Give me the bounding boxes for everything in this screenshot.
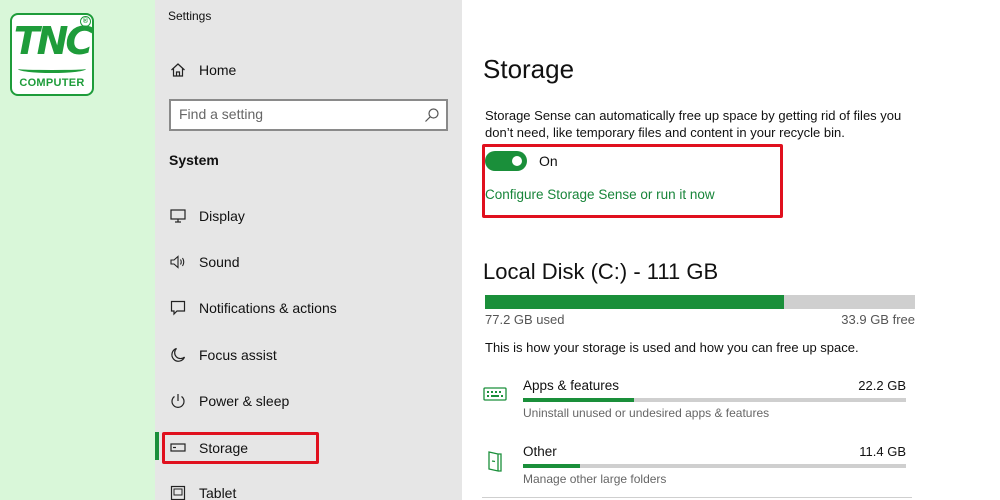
sidebar-item-storage[interactable]: Storage	[155, 430, 462, 466]
brand-strip: TNC ® COMPUTER	[0, 0, 155, 500]
nav-item-label: Storage	[199, 440, 249, 456]
disk-free-label: 33.9 GB free	[841, 312, 915, 327]
disk-usage-fill	[485, 295, 784, 309]
configure-storage-sense-link[interactable]: Configure Storage Sense or run it now	[485, 187, 715, 202]
speaker-icon	[169, 253, 187, 271]
nav-item-label: Display	[199, 208, 245, 224]
tablet-icon	[169, 484, 187, 500]
nav-item-label: Home	[199, 62, 237, 78]
disk-usage-bar	[485, 295, 915, 309]
active-indicator	[155, 432, 159, 460]
moon-icon	[169, 346, 187, 364]
tnc-computer-logo: TNC ® COMPUTER	[10, 13, 94, 96]
settings-nav: Settings Home System Display Sound Notif…	[155, 0, 462, 500]
search-box[interactable]	[169, 99, 448, 131]
home-icon	[169, 61, 187, 79]
nav-item-label: Notifications & actions	[199, 300, 337, 316]
search-input[interactable]	[179, 106, 419, 122]
page-title: Storage	[483, 54, 575, 84]
storage-sense-description: Storage Sense can automatically free up …	[485, 108, 902, 140]
sidebar-item-notifications[interactable]: Notifications & actions	[155, 290, 462, 326]
disk-title: Local Disk (C:) - 111 GB	[483, 259, 719, 284]
category-name: Other	[523, 444, 557, 459]
disk-used-label: 77.2 GB used	[485, 312, 565, 327]
category-name: Apps & features	[523, 378, 620, 393]
category-size: 22.2 GB	[858, 378, 906, 393]
drive-icon	[169, 439, 187, 457]
category-usage-fill	[523, 464, 581, 468]
category-usage-fill	[523, 398, 635, 402]
logo-tagline: COMPUTER	[19, 77, 85, 89]
divider	[482, 497, 912, 498]
storage-page: Storage Storage Sense can automatically …	[462, 0, 1000, 500]
logo-swoosh	[18, 65, 86, 73]
nav-item-home[interactable]: Home	[155, 52, 462, 88]
power-icon	[169, 392, 187, 410]
category-description: Uninstall unused or undesired apps & fea…	[523, 406, 770, 420]
category-apps-features[interactable]: Apps & features 22.2 GB Uninstall unused…	[482, 377, 912, 433]
nav-item-label: Sound	[199, 254, 240, 270]
message-icon	[169, 299, 187, 317]
category-usage-bar	[523, 398, 906, 402]
category-other[interactable]: Other 11.4 GB Manage other large folders	[482, 443, 912, 499]
nav-item-label: Focus assist	[199, 347, 277, 363]
registered-mark-icon: ®	[80, 16, 91, 27]
toggle-state-label: On	[539, 153, 558, 169]
category-usage-bar	[523, 464, 906, 468]
section-label: System	[169, 152, 219, 168]
category-description: Manage other large folders	[523, 472, 667, 486]
category-size: 11.4 GB	[859, 444, 906, 459]
nav-item-label: Tablet	[199, 485, 237, 500]
sidebar-item-sound[interactable]: Sound	[155, 244, 462, 280]
logo-name: TNC	[13, 19, 94, 63]
app-title: Settings	[168, 9, 212, 23]
sidebar-item-focus-assist[interactable]: Focus assist	[155, 337, 462, 373]
other-folder-icon	[482, 449, 508, 473]
monitor-icon	[169, 207, 187, 225]
sidebar-item-tablet[interactable]: Tablet	[155, 475, 462, 500]
sidebar-item-power-sleep[interactable]: Power & sleep	[155, 383, 462, 419]
toggle-knob	[512, 156, 522, 166]
apps-features-icon	[482, 383, 508, 407]
nav-item-label: Power & sleep	[199, 393, 290, 409]
sidebar-item-display[interactable]: Display	[155, 198, 462, 234]
search-icon[interactable]	[424, 107, 440, 123]
storage-sense-toggle[interactable]	[485, 151, 527, 171]
usage-explanation: This is how your storage is used and how…	[485, 340, 859, 355]
